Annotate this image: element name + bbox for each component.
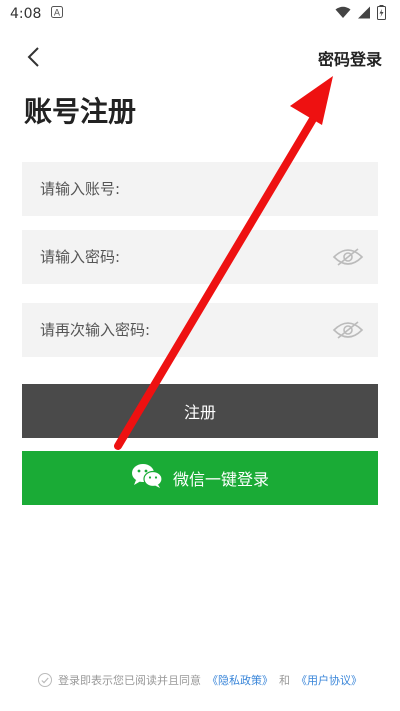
confirm-password-field[interactable] bbox=[22, 303, 378, 357]
agreement-and: 和 bbox=[279, 674, 290, 687]
svg-text:A: A bbox=[54, 9, 61, 19]
chevron-left-icon bbox=[26, 46, 40, 72]
account-field[interactable] bbox=[22, 162, 378, 216]
confirm-password-input[interactable] bbox=[38, 320, 362, 340]
wifi-icon bbox=[335, 6, 351, 23]
user-agreement-link[interactable]: 《用户协议》 bbox=[296, 672, 362, 688]
password-login-link[interactable]: 密码登录 bbox=[318, 46, 382, 70]
battery-icon bbox=[377, 4, 386, 24]
register-button[interactable]: 注册 bbox=[22, 384, 378, 438]
password-input[interactable] bbox=[38, 247, 362, 267]
register-label: 注册 bbox=[183, 403, 216, 422]
password-field[interactable] bbox=[22, 230, 378, 284]
status-right bbox=[335, 4, 386, 24]
agreement-text: 登录即表示您已阅读并且同意 bbox=[58, 674, 201, 687]
wechat-login-label: 微信一键登录 bbox=[172, 470, 269, 489]
status-time: 4:08 bbox=[10, 6, 42, 22]
eye-off-icon[interactable] bbox=[332, 320, 364, 340]
wechat-login-button[interactable]: 微信一键登录 bbox=[22, 451, 378, 505]
privacy-policy-link[interactable]: 《隐私政策》 bbox=[207, 672, 273, 688]
account-input[interactable] bbox=[38, 179, 362, 199]
status-left: 4:08 A bbox=[10, 6, 64, 22]
status-bar: 4:08 A bbox=[0, 0, 400, 28]
back-button[interactable] bbox=[20, 44, 46, 74]
page-title: 账号注册 bbox=[24, 95, 137, 128]
signal-icon bbox=[357, 6, 371, 23]
notification-a-icon: A bbox=[51, 6, 64, 22]
wechat-icon bbox=[131, 463, 163, 493]
eye-off-icon[interactable] bbox=[332, 247, 364, 267]
check-icon bbox=[41, 677, 49, 683]
agree-checkbox[interactable] bbox=[38, 673, 52, 687]
agreement-row: 登录即表示您已阅读并且同意 《隐私政策》 和 《用户协议》 bbox=[0, 672, 400, 688]
